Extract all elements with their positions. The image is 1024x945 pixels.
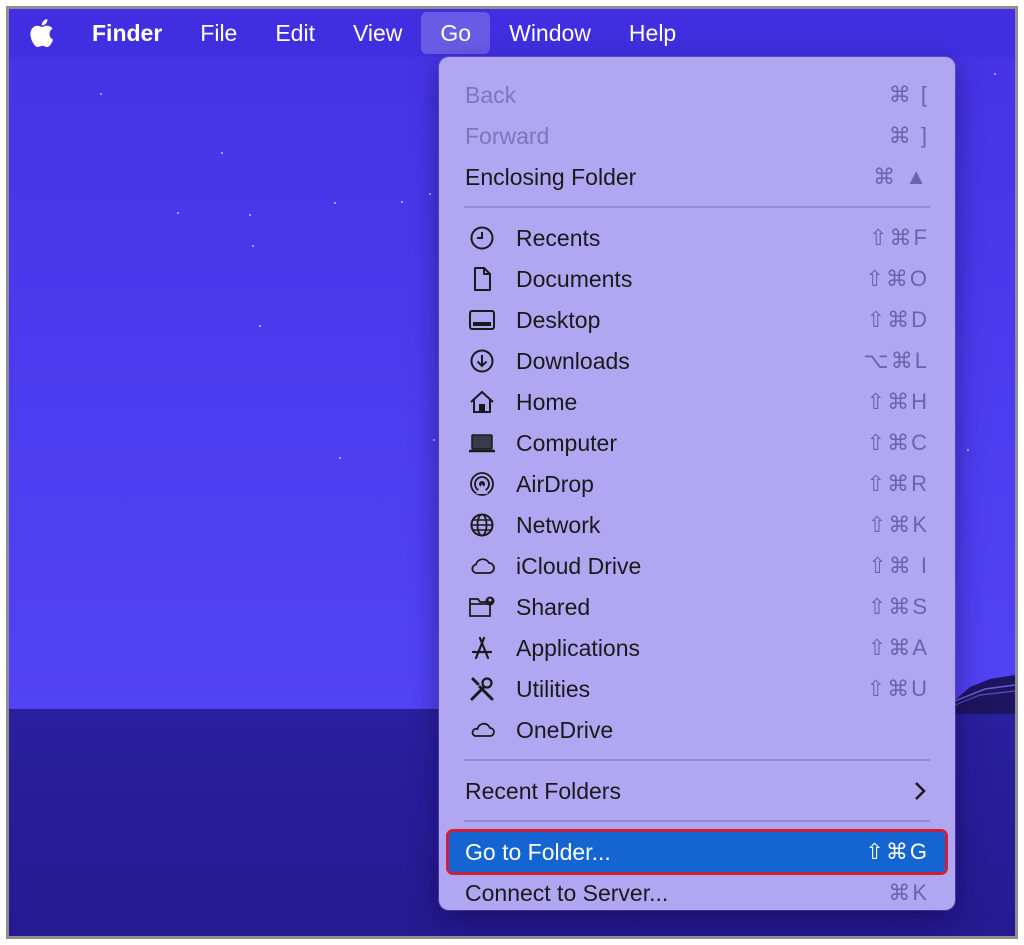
cloud-icon — [471, 558, 495, 574]
menu-item-label: AirDrop — [516, 470, 594, 497]
airdrop-icon — [470, 472, 494, 496]
shortcut: ⌘ ▲ — [873, 164, 929, 189]
shortcut: ⇧⌘F — [869, 225, 929, 250]
menu-item-shared[interactable]: Shared ⇧⌘S — [449, 587, 945, 627]
menu-go[interactable]: Go — [421, 12, 491, 54]
menu-item-label: Back — [465, 81, 517, 108]
menu-item-label: OneDrive — [516, 716, 614, 743]
home-icon — [470, 390, 494, 413]
utilities-icon — [470, 677, 494, 701]
shortcut: ⇧⌘A — [867, 635, 929, 660]
menu-view[interactable]: View — [334, 12, 421, 54]
menu-item-forward[interactable]: Forward ⌘ ] — [449, 116, 945, 156]
shortcut: ⇧⌘S — [867, 594, 929, 619]
globe-icon — [470, 513, 494, 537]
menu-item-network[interactable]: Network ⇧⌘K — [449, 505, 945, 545]
menu-item-label: Applications — [516, 634, 641, 661]
menu-item-documents[interactable]: Documents ⇧⌘O — [449, 259, 945, 299]
menu-item-home[interactable]: Home ⇧⌘H — [449, 382, 945, 422]
cloud-icon — [471, 722, 495, 737]
menu-item-label: Home — [516, 388, 578, 415]
clock-icon — [470, 226, 494, 250]
shortcut: ⌘ ] — [888, 123, 929, 148]
shortcut: ⌘K — [888, 880, 929, 905]
shared-folder-icon — [469, 596, 495, 617]
menu-item-label: Desktop — [516, 306, 601, 333]
menu-item-label: Recents — [516, 224, 601, 251]
menu-item-onedrive[interactable]: OneDrive — [449, 710, 945, 750]
shortcut: ⇧⌘C — [866, 430, 929, 455]
menu-item-downloads[interactable]: Downloads ⌥⌘L — [449, 341, 945, 381]
menu-window[interactable]: Window — [490, 12, 610, 54]
menu-item-label: Computer — [516, 429, 617, 456]
desktop-icon — [469, 310, 495, 330]
menu-item-label: iCloud Drive — [516, 552, 642, 579]
menu-finder[interactable]: Finder — [73, 12, 181, 54]
menu-help[interactable]: Help — [610, 12, 695, 54]
menu-separator — [464, 820, 930, 822]
menu-item-label: Enclosing Folder — [465, 163, 637, 190]
menu-item-applications[interactable]: Applications ⇧⌘A — [449, 628, 945, 668]
go-menu-dropdown: Back ⌘ [ Forward ⌘ ] Enclosing Folder ⌘ … — [439, 57, 955, 910]
menu-item-label: Downloads — [516, 347, 630, 374]
menu-item-label: Shared — [516, 593, 591, 620]
desktop: Finder File Edit View Go Window Help Bac… — [6, 6, 1018, 939]
shortcut: ⇧⌘O — [865, 266, 929, 291]
menu-item-computer[interactable]: Computer ⇧⌘C — [449, 423, 945, 463]
menu-item-recent-folders[interactable]: Recent Folders — [449, 771, 945, 811]
menu-item-back[interactable]: Back ⌘ [ — [449, 75, 945, 115]
menu-item-utilities[interactable]: Utilities ⇧⌘U — [449, 669, 945, 709]
menu-separator — [464, 206, 930, 208]
shortcut: ⇧⌘G — [865, 839, 929, 864]
chevron-right-icon — [915, 782, 926, 800]
menu-item-label: Recent Folders — [465, 777, 621, 804]
menu-item-label: Network — [516, 511, 601, 538]
shortcut: ⇧⌘R — [866, 471, 929, 496]
shortcut: ⇧⌘U — [866, 676, 929, 701]
menu-bar: Finder File Edit View Go Window Help — [9, 9, 1015, 57]
menu-item-enclosing-folder[interactable]: Enclosing Folder ⌘ ▲ — [449, 157, 945, 197]
shortcut: ⌘ [ — [888, 82, 929, 107]
menu-separator — [464, 759, 930, 761]
laptop-icon — [469, 434, 495, 453]
shortcut: ⇧⌘D — [866, 307, 929, 332]
menu-item-icloud-drive[interactable]: iCloud Drive ⇧⌘ I — [449, 546, 945, 586]
shortcut: ⌥⌘L — [863, 348, 929, 373]
download-icon — [470, 349, 494, 373]
wallpaper-mountain — [945, 675, 1015, 714]
menu-item-airdrop[interactable]: AirDrop ⇧⌘R — [449, 464, 945, 504]
document-icon — [474, 267, 491, 291]
shortcut: ⇧⌘ I — [868, 553, 929, 578]
apple-logo-icon[interactable] — [9, 9, 73, 57]
menu-item-recents[interactable]: Recents ⇧⌘F — [449, 218, 945, 258]
menu-item-label: Go to Folder... — [465, 838, 611, 865]
menu-item-connect-to-server[interactable]: Connect to Server... ⌘K — [449, 873, 945, 913]
menu-item-go-to-folder[interactable]: Go to Folder... ⇧⌘G — [446, 829, 948, 875]
menu-file[interactable]: File — [181, 12, 256, 54]
applications-icon — [471, 636, 493, 660]
menu-item-label: Documents — [516, 265, 633, 292]
menu-item-desktop[interactable]: Desktop ⇧⌘D — [449, 300, 945, 340]
menu-item-label: Utilities — [516, 675, 591, 702]
shortcut: ⇧⌘H — [866, 389, 929, 414]
shortcut: ⇧⌘K — [867, 512, 929, 537]
menu-item-label: Connect to Server... — [465, 879, 669, 906]
menu-item-label: Forward — [465, 122, 550, 149]
menu-edit[interactable]: Edit — [256, 12, 334, 54]
